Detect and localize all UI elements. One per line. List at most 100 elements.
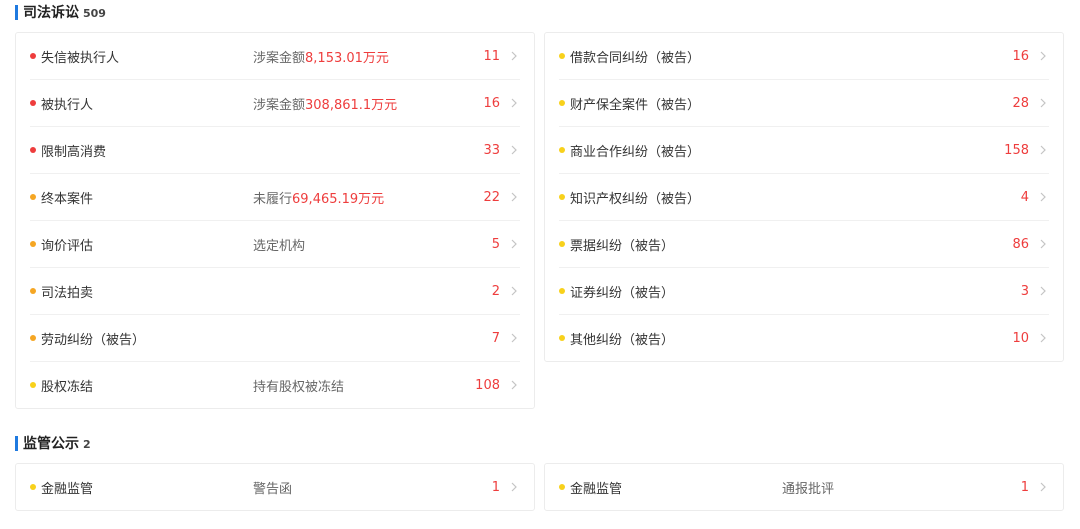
judicial-row[interactable]: 其他纠纷（被告） 10 <box>559 315 1049 361</box>
judicial-row[interactable]: 票据纠纷（被告） 86 <box>559 221 1049 268</box>
chevron-right-icon <box>1040 482 1046 492</box>
row-count: 1 <box>491 479 500 495</box>
judicial-section-header: 司法诉讼 509 <box>15 2 106 22</box>
status-dot <box>559 335 565 341</box>
row-label: 终本案件 <box>41 191 94 207</box>
status-dot <box>30 147 36 153</box>
desc-prefix: 未履行 <box>253 191 293 207</box>
row-label: 财产保全案件（被告） <box>570 97 701 113</box>
row-count: 10 <box>1012 330 1029 346</box>
row-desc: 涉案金额308,861.1万元 <box>253 94 397 113</box>
row-count: 3 <box>1020 283 1029 299</box>
row-label: 失信被执行人 <box>41 50 120 66</box>
status-dot <box>30 53 36 59</box>
chevron-right-icon <box>511 286 517 296</box>
section-title: 司法诉讼 <box>23 5 79 21</box>
chevron-right-icon <box>511 192 517 202</box>
row-label: 借款合同纠纷（被告） <box>570 50 701 66</box>
chevron-right-icon <box>511 333 517 343</box>
row-count: 16 <box>483 95 500 111</box>
status-dot <box>559 288 565 294</box>
regulatory-section-header: 监管公示 2 <box>15 433 91 453</box>
status-dot <box>559 241 565 247</box>
row-label: 询价评估 <box>41 238 94 254</box>
row-label: 司法拍卖 <box>41 285 94 301</box>
regulatory-row[interactable]: 金融监管 警告函 1 <box>30 464 520 510</box>
judicial-row[interactable]: 被执行人 涉案金额308,861.1万元 16 <box>30 80 520 127</box>
chevron-right-icon <box>1040 98 1046 108</box>
section-count: 509 <box>83 6 106 20</box>
row-label: 知识产权纠纷（被告） <box>570 191 701 207</box>
status-dot <box>30 100 36 106</box>
row-desc: 选定机构 <box>253 235 305 254</box>
row-label: 限制高消费 <box>41 144 107 160</box>
judicial-row[interactable]: 询价评估 选定机构 5 <box>30 221 520 268</box>
judicial-row[interactable]: 劳动纠纷（被告） 7 <box>30 315 520 362</box>
regulatory-right-card: 金融监管 通报批评 1 <box>544 463 1064 511</box>
status-dot <box>559 53 565 59</box>
status-dot <box>30 335 36 341</box>
chevron-right-icon <box>511 145 517 155</box>
judicial-row[interactable]: 限制高消费 33 <box>30 127 520 174</box>
desc-prefix: 涉案金额 <box>253 97 306 113</box>
row-label: 票据纠纷（被告） <box>570 238 675 254</box>
judicial-right-card: 借款合同纠纷（被告） 16 财产保全案件（被告） 28 商业合作纠纷（被告） 158 知识产… <box>544 32 1064 362</box>
row-count: 2 <box>491 283 500 299</box>
status-dot <box>30 484 36 490</box>
row-count: 7 <box>491 330 500 346</box>
row-count: 28 <box>1012 95 1029 111</box>
chevron-right-icon <box>1040 51 1046 61</box>
row-label: 劳动纠纷（被告） <box>41 332 146 348</box>
desc-amount: 8,153.01万元 <box>305 50 389 66</box>
judicial-row[interactable]: 知识产权纠纷（被告） 4 <box>559 174 1049 221</box>
chevron-right-icon <box>1040 239 1046 249</box>
status-dot <box>559 100 565 106</box>
row-desc: 持有股权被冻结 <box>253 376 344 395</box>
judicial-row[interactable]: 商业合作纠纷（被告） 158 <box>559 127 1049 174</box>
judicial-row[interactable]: 股权冻结 持有股权被冻结 108 <box>30 362 520 408</box>
desc-amount: 69,465.19万元 <box>292 191 385 207</box>
section-count: 2 <box>83 437 91 451</box>
row-count: 4 <box>1020 189 1029 205</box>
status-dot <box>30 288 36 294</box>
chevron-right-icon <box>1040 333 1046 343</box>
row-label: 金融监管 <box>570 481 623 497</box>
row-label: 其他纠纷（被告） <box>570 332 675 348</box>
judicial-row[interactable]: 借款合同纠纷（被告） 16 <box>559 33 1049 80</box>
row-count: 11 <box>483 48 500 64</box>
row-label: 金融监管 <box>41 481 94 497</box>
status-dot <box>30 194 36 200</box>
status-dot <box>559 484 565 490</box>
row-count: 33 <box>483 142 500 158</box>
desc-prefix: 涉案金额 <box>253 50 306 66</box>
judicial-row[interactable]: 财产保全案件（被告） 28 <box>559 80 1049 127</box>
section-title: 监管公示 <box>23 436 79 452</box>
row-count: 158 <box>1004 142 1029 158</box>
regulatory-left-card: 金融监管 警告函 1 <box>15 463 535 511</box>
row-desc: 未履行69,465.19万元 <box>253 188 384 207</box>
status-dot <box>30 382 36 388</box>
chevron-right-icon <box>1040 145 1046 155</box>
judicial-left-card: 失信被执行人 涉案金额8,153.01万元 11 被执行人 涉案金额308,861.1万… <box>15 32 535 409</box>
judicial-row[interactable]: 司法拍卖 2 <box>30 268 520 315</box>
chevron-right-icon <box>1040 192 1046 202</box>
desc-prefix: 持有股权被冻结 <box>253 379 345 395</box>
row-count: 86 <box>1012 236 1029 252</box>
row-count: 1 <box>1020 479 1029 495</box>
row-desc: 通报批评 <box>782 481 835 497</box>
chevron-right-icon <box>511 482 517 492</box>
row-label: 商业合作纠纷（被告） <box>570 144 701 160</box>
chevron-right-icon <box>511 380 517 390</box>
judicial-row[interactable]: 终本案件 未履行69,465.19万元 22 <box>30 174 520 221</box>
chevron-right-icon <box>511 239 517 249</box>
row-label: 被执行人 <box>41 97 94 113</box>
judicial-row[interactable]: 失信被执行人 涉案金额8,153.01万元 11 <box>30 33 520 80</box>
row-count: 108 <box>475 377 500 393</box>
status-dot <box>30 241 36 247</box>
row-count: 16 <box>1012 48 1029 64</box>
status-dot <box>559 194 565 200</box>
status-dot <box>559 147 565 153</box>
row-label: 股权冻结 <box>41 379 94 395</box>
regulatory-row[interactable]: 金融监管 通报批评 1 <box>559 464 1049 510</box>
judicial-row[interactable]: 证券纠纷（被告） 3 <box>559 268 1049 315</box>
